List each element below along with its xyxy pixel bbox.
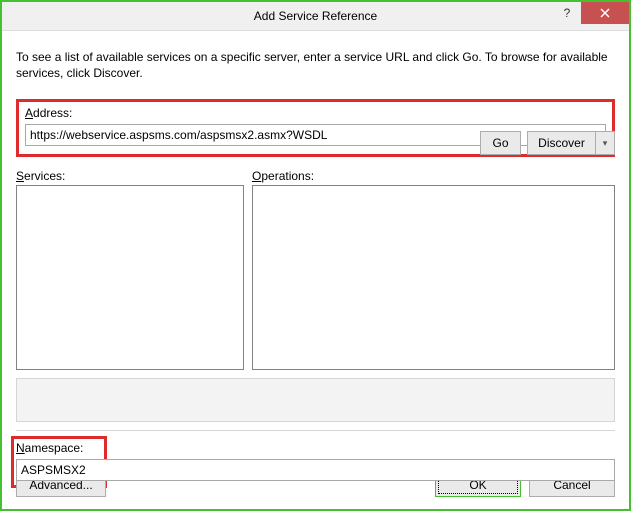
dialog-body: To see a list of available services on a… xyxy=(2,31,629,481)
close-button[interactable] xyxy=(581,2,629,24)
discover-button[interactable]: Discover xyxy=(527,131,595,155)
status-panel xyxy=(16,378,615,422)
separator xyxy=(16,430,615,431)
services-label: Services: xyxy=(16,169,244,183)
window-title: Add Service Reference xyxy=(254,9,377,23)
namespace-label: Namespace: xyxy=(16,441,615,455)
address-label: Address: xyxy=(25,106,606,120)
close-icon xyxy=(600,8,610,18)
go-button[interactable]: Go xyxy=(480,131,521,155)
operations-column: Operations: xyxy=(252,169,615,370)
instruction-text: To see a list of available services on a… xyxy=(16,49,615,81)
services-column: Services: xyxy=(16,169,244,370)
discover-split-button: Discover ▾ xyxy=(527,131,615,155)
namespace-input[interactable] xyxy=(16,459,615,481)
services-listbox[interactable] xyxy=(16,185,244,370)
titlebar: Add Service Reference ? xyxy=(2,2,629,31)
window-controls: ? xyxy=(553,2,629,24)
namespace-section: Namespace: xyxy=(16,441,615,481)
operations-listbox[interactable] xyxy=(252,185,615,370)
dialog-window: Add Service Reference ? To see a list of… xyxy=(0,0,631,511)
lists-area: Services: Operations: xyxy=(16,169,615,370)
discover-dropdown[interactable]: ▾ xyxy=(595,131,615,155)
help-button[interactable]: ? xyxy=(553,2,581,24)
operations-label: Operations: xyxy=(252,169,615,183)
